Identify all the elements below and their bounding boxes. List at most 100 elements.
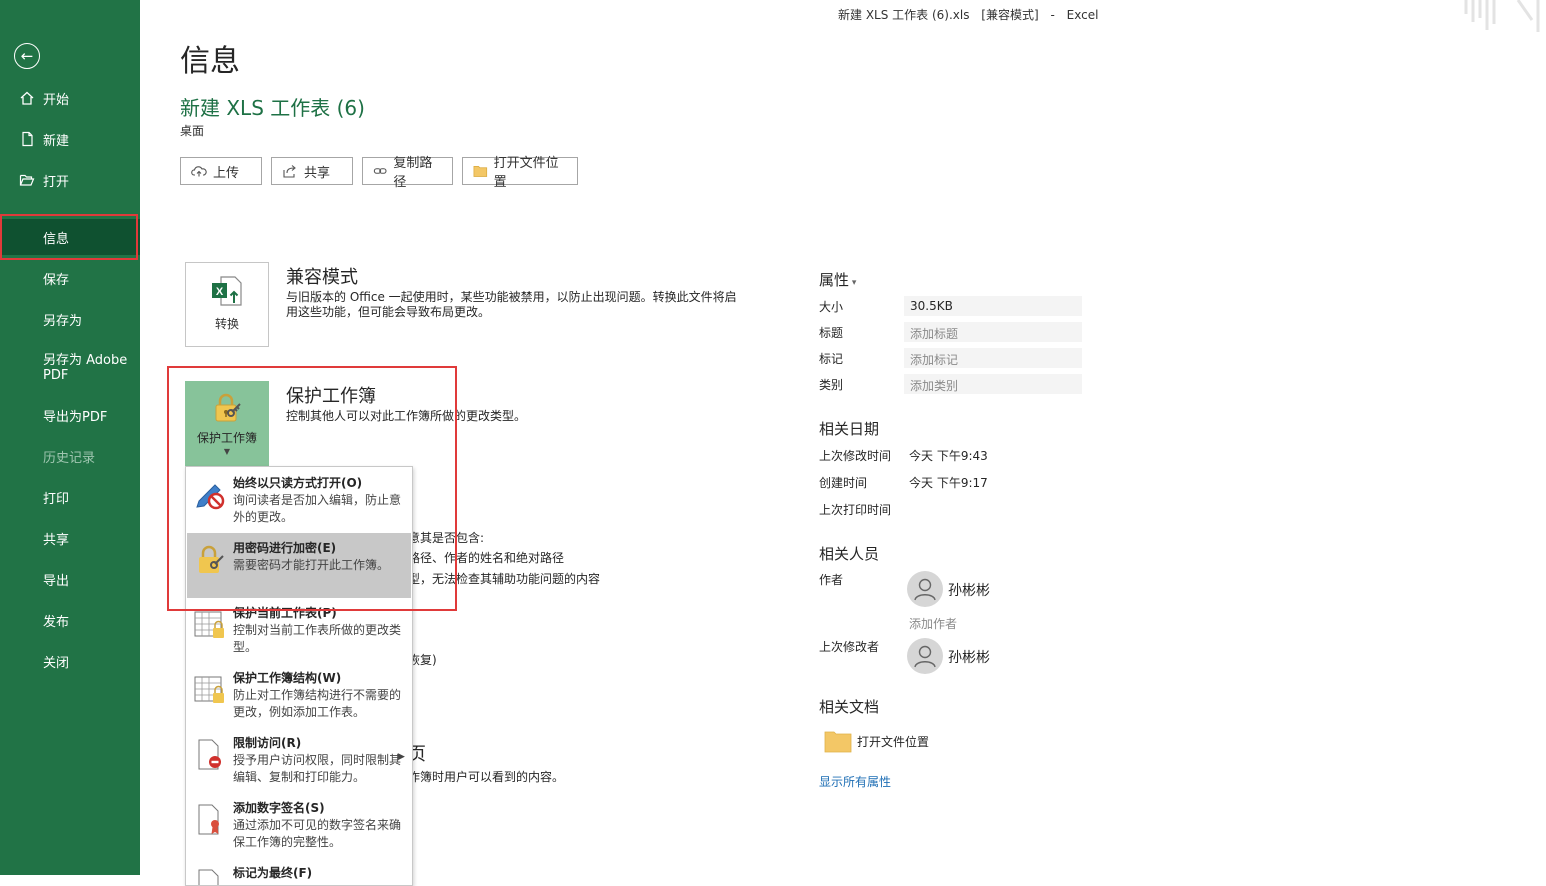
- link-icon: [373, 168, 387, 174]
- menu-item-always-open-read-only[interactable]: 始终以只读方式打开(O) 询问读者是否加入编辑，防止意外的更改。: [187, 468, 411, 533]
- menu-item-mark-as-final[interactable]: 标记为最终(F): [187, 858, 411, 885]
- property-size-label: 大小: [819, 300, 844, 314]
- document-restrict-icon: [198, 739, 221, 770]
- sidebar-item-label: 打印: [43, 491, 70, 507]
- sidebar-item-publish[interactable]: 发布: [0, 602, 140, 638]
- sidebar-item-label: 新建: [43, 133, 70, 149]
- lock-key-icon: [199, 545, 224, 573]
- page-title: 信息: [180, 44, 240, 79]
- sidebar-item-info[interactable]: 信息: [0, 219, 140, 255]
- sidebar-item-label: 导出: [43, 573, 70, 589]
- sidebar-item-label: 保存: [43, 272, 70, 288]
- svg-text:X: X: [216, 286, 224, 298]
- menu-item-title: 用密码进行加密(E): [233, 541, 337, 555]
- browser-view-desc-fragment: 作簿时用户可以看到的内容。: [408, 770, 565, 784]
- sidebar-item-label: 另存为: [43, 313, 83, 329]
- sidebar-item-label: 导出为PDF: [43, 409, 108, 425]
- menu-item-desc: 需要密码才能打开此工作簿。: [233, 558, 390, 572]
- author-name[interactable]: 孙彬彬: [948, 580, 990, 600]
- sidebar-item-label: 打开: [43, 174, 70, 190]
- protect-workbook-label: 保护工作簿: [196, 431, 257, 445]
- menu-item-restrict-access[interactable]: 限制访问(R) 授予用户访问权限，同时限制其编辑、复制和打印能力。 ▶: [187, 728, 411, 793]
- sidebar-item-close[interactable]: 关闭: [0, 643, 140, 679]
- sidebar-item-export[interactable]: 导出: [0, 561, 140, 597]
- menu-item-title: 限制访问(R): [233, 736, 302, 750]
- open-file-location-button[interactable]: 打开文件位置: [462, 156, 578, 190]
- inspect-desc-fragment: 型，无法检查其辅助功能问题的内容: [408, 572, 601, 586]
- sidebar-item-save[interactable]: 保存: [0, 260, 140, 296]
- sidebar-item-label: 另存为 Adobe PDF: [43, 353, 128, 383]
- upload-button[interactable]: 上传: [180, 157, 262, 185]
- menu-item-desc: 询问读者是否加入编辑，防止意外的更改。: [233, 493, 402, 524]
- sidebar-item-label: 开始: [43, 92, 70, 108]
- menu-item-title: 保护工作簿结构(W): [233, 671, 342, 685]
- home-icon: [20, 91, 34, 105]
- person-icon: [914, 645, 936, 668]
- document-location: 桌面: [180, 124, 205, 138]
- sidebar-item-print[interactable]: 打印: [0, 479, 140, 515]
- chevron-down-icon: ▼: [223, 447, 231, 456]
- menu-item-protect-current-sheet[interactable]: 保护当前工作表(P) 控制对当前工作表所做的更改类型。: [187, 598, 411, 663]
- last-modified-by-name[interactable]: 孙彬彬: [948, 647, 990, 667]
- menu-item-encrypt-with-password[interactable]: 用密码进行加密(E) 需要密码才能打开此工作簿。: [187, 533, 411, 598]
- show-all-properties-link[interactable]: 显示所有属性: [819, 773, 891, 790]
- related-people-header: 相关人员: [819, 545, 880, 563]
- document-final-icon: [198, 869, 219, 885]
- back-arrow-icon[interactable]: ←: [14, 43, 40, 69]
- property-category-input[interactable]: 添加类别: [904, 374, 1082, 394]
- sidebar-item-export-pdf[interactable]: 导出为PDF: [0, 397, 140, 433]
- sidebar-item-new[interactable]: 新建: [0, 121, 140, 157]
- menu-item-desc: 通过添加不可见的数字签名来确保工作簿的完整性。: [233, 818, 402, 849]
- property-title-input[interactable]: 添加标题: [904, 322, 1082, 342]
- properties-header[interactable]: 属性 ▾: [819, 269, 856, 290]
- sidebar-item-save-as[interactable]: 另存为: [0, 301, 140, 337]
- add-author-input[interactable]: 添加作者: [909, 615, 957, 632]
- related-open-file-location[interactable]: 打开文件位置: [824, 729, 929, 753]
- menu-item-desc: 授予用户访问权限，同时限制其编辑、复制和打印能力。: [233, 753, 402, 784]
- inspect-desc-fragment: 意其是否包含:: [408, 531, 485, 545]
- cloud-upload-icon: [191, 166, 207, 177]
- sidebar-item-label: 发布: [43, 614, 70, 630]
- related-documents-header: 相关文档: [819, 698, 880, 716]
- author-avatar[interactable]: [907, 571, 943, 607]
- excel-convert-icon: X: [212, 276, 242, 306]
- document-name: 新建 XLS 工作表 (6): [180, 96, 365, 120]
- property-size-value: 30.5KB: [904, 296, 1082, 316]
- menu-item-protect-workbook-structure[interactable]: 保护工作簿结构(W) 防止对工作簿结构进行不需要的更改，例如添加工作表。: [187, 663, 411, 728]
- folder-icon: [824, 731, 852, 753]
- window-app-name: Excel: [1066, 8, 1099, 22]
- upload-label: 上传: [213, 165, 240, 181]
- compatibility-mode-desc: 与旧版本的 Office 一起使用时，某些功能被禁用，以防止出现问题。转换此文件…: [286, 290, 737, 319]
- property-tags-label: 标记: [819, 352, 844, 366]
- sidebar-item-label: 共享: [43, 532, 70, 548]
- property-title-label: 标题: [819, 326, 844, 340]
- copy-path-button[interactable]: 复制路径: [362, 156, 453, 190]
- sidebar-item-open[interactable]: 打开: [0, 162, 140, 198]
- person-icon: [914, 578, 936, 601]
- protect-workbook-button[interactable]: 保护工作簿 ▼: [185, 381, 269, 467]
- convert-button[interactable]: X 转换: [185, 262, 269, 347]
- protect-workbook-desc: 控制其他人可以对此工作簿所做的更改类型。: [286, 409, 527, 423]
- properties-header-label: 属性: [819, 271, 850, 289]
- property-tags-input[interactable]: 添加标记: [904, 348, 1082, 368]
- modifier-avatar[interactable]: [907, 638, 943, 674]
- menu-item-title: 始终以只读方式打开(O): [233, 476, 363, 490]
- share-button[interactable]: 共享: [271, 157, 353, 185]
- sidebar-item-save-as-adobe-pdf[interactable]: 另存为 Adobe PDF: [0, 353, 140, 393]
- last-printed-label: 上次打印时间: [819, 503, 892, 517]
- open-file-location-label: 打开文件位置: [493, 156, 559, 190]
- sidebar-item-share[interactable]: 共享: [0, 520, 140, 556]
- chevron-down-icon: ▾: [849, 278, 857, 288]
- inspect-desc-fragment: 路径、作者的姓名和绝对路径: [408, 551, 565, 565]
- menu-item-title: 添加数字签名(S): [233, 801, 325, 815]
- last-modified-value: 今天 下午9:43: [909, 449, 988, 463]
- created-value: 今天 下午9:17: [909, 476, 988, 490]
- property-category-label: 类别: [819, 378, 844, 392]
- protect-workbook-title: 保护工作簿: [286, 386, 376, 407]
- sidebar-item-history: 历史记录: [0, 438, 140, 474]
- sidebar-item-home[interactable]: 开始: [0, 80, 140, 116]
- menu-item-add-digital-signature[interactable]: 添加数字签名(S) 通过添加不可见的数字签名来确保工作簿的完整性。: [187, 793, 411, 858]
- title-decoration-pattern: [1464, 0, 1540, 32]
- window-separator: -: [1050, 8, 1055, 22]
- window-file-name: 新建 XLS 工作表 (6).xls: [838, 8, 970, 22]
